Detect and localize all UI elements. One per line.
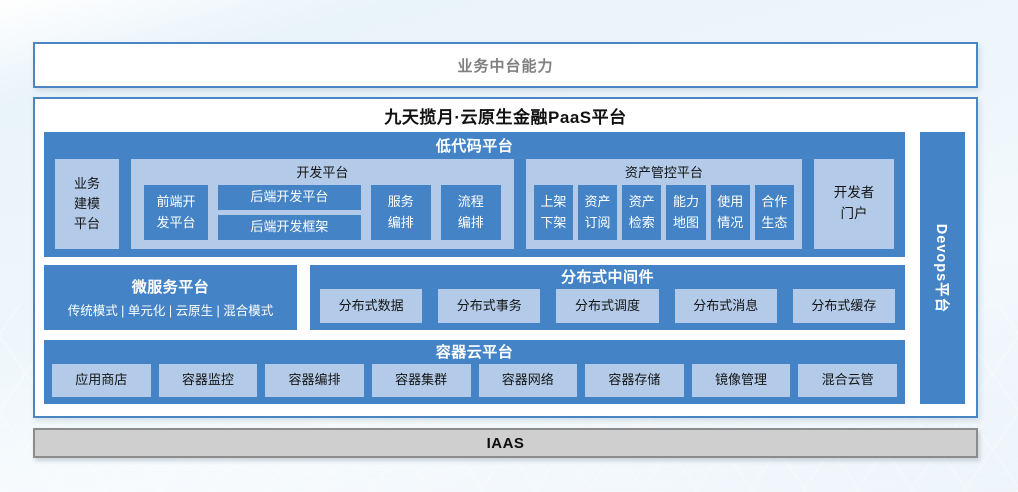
asset-control-body: 上架下架 资产订阅 资产检索 能力地图 使用情况 合作生态 [534, 185, 794, 240]
section-devops-platform: Devops平台 [920, 132, 965, 404]
platform-title: 九天揽月·云原生金融PaaS平台 [35, 99, 976, 132]
cloud-item-monitoring: 容器监控 [159, 364, 258, 397]
asset-item-capability-map: 能力地图 [666, 185, 705, 240]
panel-asset-control: 资产管控平台 上架下架 资产订阅 资产检索 能力地图 使用情况 合作生态 [526, 159, 802, 249]
iaas-bar: IAAS [33, 428, 978, 458]
microservice-title: 微服务平台 [132, 276, 210, 297]
backend-stack: 后端开发平台 后端开发框架 [218, 185, 361, 240]
middleware-item-data: 分布式数据 [320, 289, 422, 323]
iaas-label: IAAS [487, 435, 525, 452]
platform-left-column: 低代码平台 业务建模平台 开发平台 前端开发平台 后端开发平台 后端开发框架 [44, 132, 905, 404]
box-backend-dev-platform: 后端开发平台 [218, 185, 361, 210]
devops-label: Devops平台 [932, 223, 953, 312]
section-lowcode-platform: 低代码平台 业务建模平台 开发平台 前端开发平台 后端开发平台 后端开发框架 [44, 132, 905, 257]
slide-background: 业务中台能力 九天揽月·云原生金融PaaS平台 低代码平台 业务建模平台 开发平… [0, 0, 1018, 492]
container-cloud-title: 容器云平台 [52, 342, 897, 364]
asset-item-search: 资产检索 [622, 185, 661, 240]
lowcode-body: 业务建模平台 开发平台 前端开发平台 后端开发平台 后端开发框架 服务编排 流 [55, 159, 894, 249]
platform-container: 九天揽月·云原生金融PaaS平台 低代码平台 业务建模平台 开发平台 前端开发平… [33, 97, 978, 418]
container-cloud-body: 应用商店 容器监控 容器编排 容器集群 容器网络 容器存储 镜像管理 混合云管 [52, 364, 897, 397]
dev-platform-body: 前端开发平台 后端开发平台 后端开发框架 服务编排 流程编排 [144, 185, 501, 240]
middleware-item-cache: 分布式缓存 [793, 289, 895, 323]
section-distributed-middleware: 分布式中间件 分布式数据 分布式事务 分布式调度 分布式消息 分布式缓存 [310, 265, 905, 330]
middleware-item-transaction: 分布式事务 [438, 289, 540, 323]
middleware-item-messaging: 分布式消息 [675, 289, 777, 323]
banner-label: 业务中台能力 [457, 55, 553, 76]
cloud-item-hybrid-cloud: 混合云管 [798, 364, 897, 397]
asset-item-ecosystem: 合作生态 [755, 185, 794, 240]
asset-item-listing: 上架下架 [534, 185, 573, 240]
box-developer-portal: 开发者门户 [814, 159, 894, 249]
box-process-orchestration: 流程编排 [441, 185, 501, 240]
panel-dev-platform: 开发平台 前端开发平台 后端开发平台 后端开发框架 服务编排 流程编排 [131, 159, 514, 249]
box-frontend-dev-platform: 前端开发平台 [144, 185, 208, 240]
microservice-modes: 传统模式 | 单元化 | 云原生 | 混合模式 [68, 300, 274, 319]
middleware-body: 分布式数据 分布式事务 分布式调度 分布式消息 分布式缓存 [320, 289, 895, 323]
cloud-item-network: 容器网络 [479, 364, 578, 397]
section-microservice-platform: 微服务平台 传统模式 | 单元化 | 云原生 | 混合模式 [44, 265, 297, 330]
asset-control-title: 资产管控平台 [534, 161, 794, 185]
cloud-item-storage: 容器存储 [585, 364, 684, 397]
asset-item-subscription: 资产订阅 [578, 185, 617, 240]
cloud-item-image-mgmt: 镜像管理 [692, 364, 791, 397]
asset-item-usage: 使用情况 [711, 185, 750, 240]
middle-row: 微服务平台 传统模式 | 单元化 | 云原生 | 混合模式 分布式中间件 分布式… [44, 265, 905, 330]
box-business-modeling-platform: 业务建模平台 [55, 159, 119, 249]
box-backend-dev-framework: 后端开发框架 [218, 215, 361, 240]
cloud-item-cluster: 容器集群 [372, 364, 471, 397]
cloud-item-orchestration: 容器编排 [265, 364, 364, 397]
banner-business-midplatform: 业务中台能力 [33, 42, 978, 88]
cloud-item-app-store: 应用商店 [52, 364, 151, 397]
middleware-title: 分布式中间件 [320, 267, 895, 289]
section-container-cloud: 容器云平台 应用商店 容器监控 容器编排 容器集群 容器网络 容器存储 镜像管理… [44, 340, 905, 404]
dev-platform-title: 开发平台 [144, 161, 501, 185]
platform-body: 低代码平台 业务建模平台 开发平台 前端开发平台 后端开发平台 后端开发框架 [35, 132, 976, 416]
lowcode-title: 低代码平台 [55, 135, 894, 159]
middleware-item-scheduling: 分布式调度 [556, 289, 658, 323]
box-service-orchestration: 服务编排 [371, 185, 431, 240]
